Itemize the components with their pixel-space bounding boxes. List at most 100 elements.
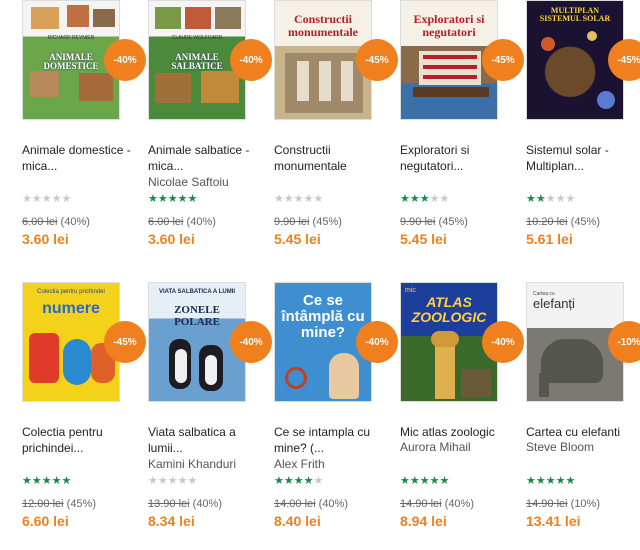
rating-stars: ★★★★★ bbox=[526, 475, 575, 487]
rating-stars: ★★★★★ bbox=[22, 475, 71, 487]
current-price: 5.45 lei bbox=[274, 231, 321, 247]
star-icon: ★★★★★ bbox=[400, 475, 450, 487]
old-price-value: 6.00 lei bbox=[22, 216, 58, 228]
cover-title-text: ANIMALE DOMESTICE bbox=[43, 52, 99, 72]
rating-stars: ★★★★★ bbox=[526, 193, 575, 205]
product-author[interactable]: Steve Bloom bbox=[526, 439, 594, 455]
old-price-value: 9.90 lei bbox=[274, 216, 310, 228]
discount-percent: (40%) bbox=[186, 216, 216, 228]
old-price: 6.00 lei (40%) bbox=[22, 216, 90, 228]
old-price: 12.00 lei (45%) bbox=[22, 498, 96, 510]
current-price: 5.45 lei bbox=[400, 231, 447, 247]
cover-title-text: MULTIPLAN SISTEMUL SOLAR bbox=[539, 6, 611, 24]
product-title[interactable]: Animale salbatice - mica... bbox=[148, 142, 268, 174]
star-icon: ★★★★★ bbox=[148, 475, 198, 487]
old-price-value: 10.20 lei bbox=[526, 216, 568, 228]
product-title[interactable]: Constructii monumentale bbox=[274, 142, 394, 174]
current-price: 8.40 lei bbox=[274, 513, 321, 529]
star-icon: ★★★★ bbox=[274, 475, 314, 487]
discount-badge: -40% bbox=[356, 321, 398, 363]
rating-stars: ★★★★★ bbox=[400, 193, 449, 205]
product-title[interactable]: Exploratori si negutatori... bbox=[400, 142, 520, 174]
old-price-value: 12.00 lei bbox=[22, 498, 64, 510]
discount-badge: -40% bbox=[230, 39, 272, 81]
star-icon: ★ bbox=[313, 475, 324, 487]
current-price: 3.60 lei bbox=[22, 231, 69, 247]
old-price: 10.20 lei (45%) bbox=[526, 216, 600, 228]
cover-title-text: ATLAS ZOOLOGIC bbox=[411, 294, 487, 325]
current-price: 13.41 lei bbox=[526, 513, 581, 529]
discount-badge: -40% bbox=[104, 39, 146, 81]
star-icon: ★★★ bbox=[400, 193, 430, 205]
old-price: 9.90 lei (45%) bbox=[400, 216, 468, 228]
current-price: 3.60 lei bbox=[148, 231, 195, 247]
star-icon: ★★★★★ bbox=[148, 193, 198, 205]
discount-badge: -10% bbox=[608, 321, 640, 363]
product-title[interactable]: Sistemul solar - Multiplan... bbox=[526, 142, 640, 174]
star-icon: ★★★★★ bbox=[22, 193, 72, 205]
current-price: 8.34 lei bbox=[148, 513, 195, 529]
star-icon: ★★ bbox=[429, 193, 450, 205]
product-author[interactable]: Aurora Mihail bbox=[400, 439, 471, 455]
product-title[interactable]: Viata salbatica a lumii... bbox=[148, 424, 268, 456]
old-price: 6.00 lei (40%) bbox=[148, 216, 216, 228]
discount-percent: (45%) bbox=[438, 216, 468, 228]
current-price: 6.60 lei bbox=[22, 513, 69, 529]
old-price-value: 13.90 lei bbox=[148, 498, 190, 510]
discount-badge: -45% bbox=[482, 39, 524, 81]
star-icon: ★★★★★ bbox=[526, 475, 576, 487]
old-price: 14.00 lei (40%) bbox=[274, 498, 348, 510]
star-icon: ★★ bbox=[526, 193, 546, 205]
old-price: 14.90 lei (40%) bbox=[400, 498, 474, 510]
old-price-value: 6.00 lei bbox=[148, 216, 184, 228]
old-price-value: 14.00 lei bbox=[274, 498, 316, 510]
star-icon: ★★★ bbox=[545, 193, 576, 205]
discount-percent: (10%) bbox=[570, 498, 600, 510]
discount-badge: -40% bbox=[482, 321, 524, 363]
cover-title-text: numere bbox=[42, 300, 100, 317]
rating-stars: ★★★★★ bbox=[148, 193, 197, 205]
cover-series-text: VIATA SALBATICA A LUMII bbox=[158, 289, 236, 295]
old-price: 14.90 lei (10%) bbox=[526, 498, 600, 510]
current-price: 5.61 lei bbox=[526, 231, 573, 247]
old-price-value: 14.90 lei bbox=[526, 498, 568, 510]
cover-title-text: Ce se întâmplă cu mine? bbox=[281, 292, 365, 341]
product-title[interactable]: Animale domestice - mica... bbox=[22, 142, 142, 174]
rating-stars: ★★★★★ bbox=[274, 193, 323, 205]
cover-title-text: elefanți bbox=[533, 296, 575, 311]
product-author[interactable]: Nicolae Saftoiu bbox=[148, 174, 229, 190]
discount-badge: -40% bbox=[230, 321, 272, 363]
cover-series-text: mic bbox=[405, 287, 416, 294]
star-icon: ★★★★★ bbox=[274, 193, 324, 205]
cover-author-text: RICHARD REYNIER bbox=[47, 35, 95, 41]
cover-author-text: CLAUDE WOLFGARD bbox=[171, 35, 223, 41]
discount-percent: (45%) bbox=[66, 498, 96, 510]
old-price-value: 14.90 lei bbox=[400, 498, 442, 510]
old-price: 9.90 lei (45%) bbox=[274, 216, 342, 228]
discount-badge: -45% bbox=[104, 321, 146, 363]
product-title[interactable]: Mic atlas zoologic bbox=[400, 424, 520, 440]
discount-percent: (40%) bbox=[444, 498, 474, 510]
discount-percent: (40%) bbox=[192, 498, 222, 510]
discount-badge: -45% bbox=[608, 39, 640, 81]
product-author[interactable]: Kamini Khanduri bbox=[148, 456, 236, 472]
rating-stars: ★★★★★ bbox=[22, 193, 71, 205]
discount-percent: (45%) bbox=[570, 216, 600, 228]
rating-stars: ★★★★★ bbox=[148, 475, 197, 487]
discount-percent: (40%) bbox=[318, 498, 348, 510]
cover-title-text: ANIMALE SALBATICE bbox=[171, 52, 223, 72]
current-price: 8.94 lei bbox=[400, 513, 447, 529]
old-price: 13.90 lei (40%) bbox=[148, 498, 222, 510]
star-icon: ★★★★★ bbox=[22, 475, 72, 487]
cover-series-text: Colectia pentru prichindei bbox=[37, 289, 105, 295]
discount-percent: (40%) bbox=[60, 216, 90, 228]
cover-title-text: Constructii monumentale bbox=[288, 12, 358, 39]
product-title[interactable]: Ce se intampla cu mine? (... bbox=[274, 424, 394, 456]
product-title[interactable]: Colectia pentru prichindei... bbox=[22, 424, 142, 456]
rating-stars: ★★★★★ bbox=[274, 475, 323, 487]
discount-badge: -45% bbox=[356, 39, 398, 81]
discount-percent: (45%) bbox=[312, 216, 342, 228]
product-author[interactable]: Alex Frith bbox=[274, 456, 325, 472]
cover-title-text: ZONELE POLARE bbox=[174, 304, 220, 328]
product-title[interactable]: Cartea cu elefanti bbox=[526, 424, 640, 440]
